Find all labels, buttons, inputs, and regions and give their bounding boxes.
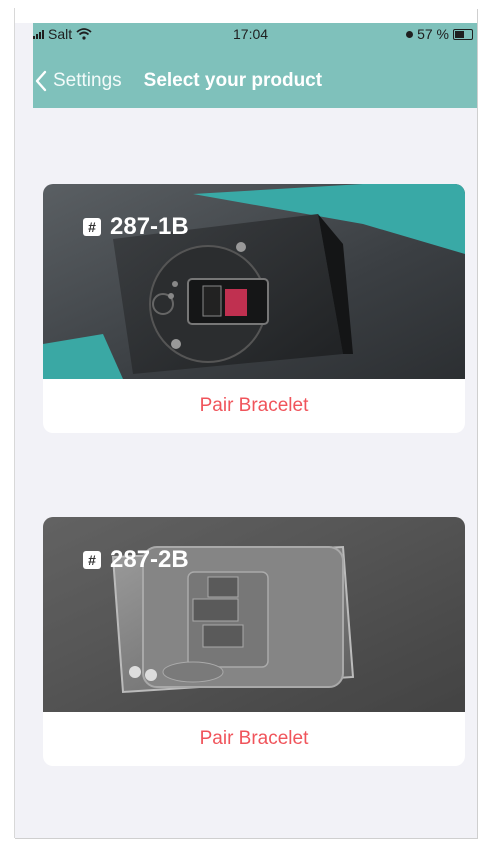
page-title: Select your product xyxy=(143,70,323,91)
hashtag-icon: # xyxy=(83,218,101,236)
clock: 17:04 xyxy=(233,26,269,42)
back-label: Settings xyxy=(53,70,122,91)
phone-screen: Salt 17:04 57 % Settings Select your pro… xyxy=(14,8,477,838)
carrier-name: Salt xyxy=(48,26,73,42)
model-tag: # 287-2B xyxy=(83,546,189,574)
status-bar: Salt 17:04 57 % xyxy=(33,23,477,45)
back-button[interactable]: Settings xyxy=(33,70,122,92)
signal-icon xyxy=(33,29,44,39)
product-image: # 287-1B xyxy=(43,184,465,379)
model-name: 287-1B xyxy=(110,213,189,240)
top-margin xyxy=(15,8,477,23)
product-card-287-1b[interactable]: # 287-1B Pair Bracelet xyxy=(43,184,465,433)
pair-bracelet-button[interactable]: Pair Bracelet xyxy=(43,379,465,433)
chevron-left-icon xyxy=(35,70,47,92)
model-name: 287-2B xyxy=(110,546,189,573)
product-image: # 287-2B xyxy=(43,517,465,712)
wifi-icon xyxy=(76,28,92,40)
alarm-icon xyxy=(406,30,414,38)
battery-icon xyxy=(453,28,473,40)
status-left: Salt xyxy=(33,26,92,42)
status-right: 57 % xyxy=(406,26,473,42)
nav-bar: Settings Select your product xyxy=(33,63,477,99)
pair-bracelet-button[interactable]: Pair Bracelet xyxy=(43,712,465,766)
model-tag: # 287-1B xyxy=(83,213,189,241)
battery-percent: 57 % xyxy=(417,26,449,42)
product-card-287-2b[interactable]: # 287-2B Pair Bracelet xyxy=(43,517,465,766)
hashtag-icon: # xyxy=(83,551,101,569)
header: Salt 17:04 57 % Settings Select your pro… xyxy=(33,23,477,108)
